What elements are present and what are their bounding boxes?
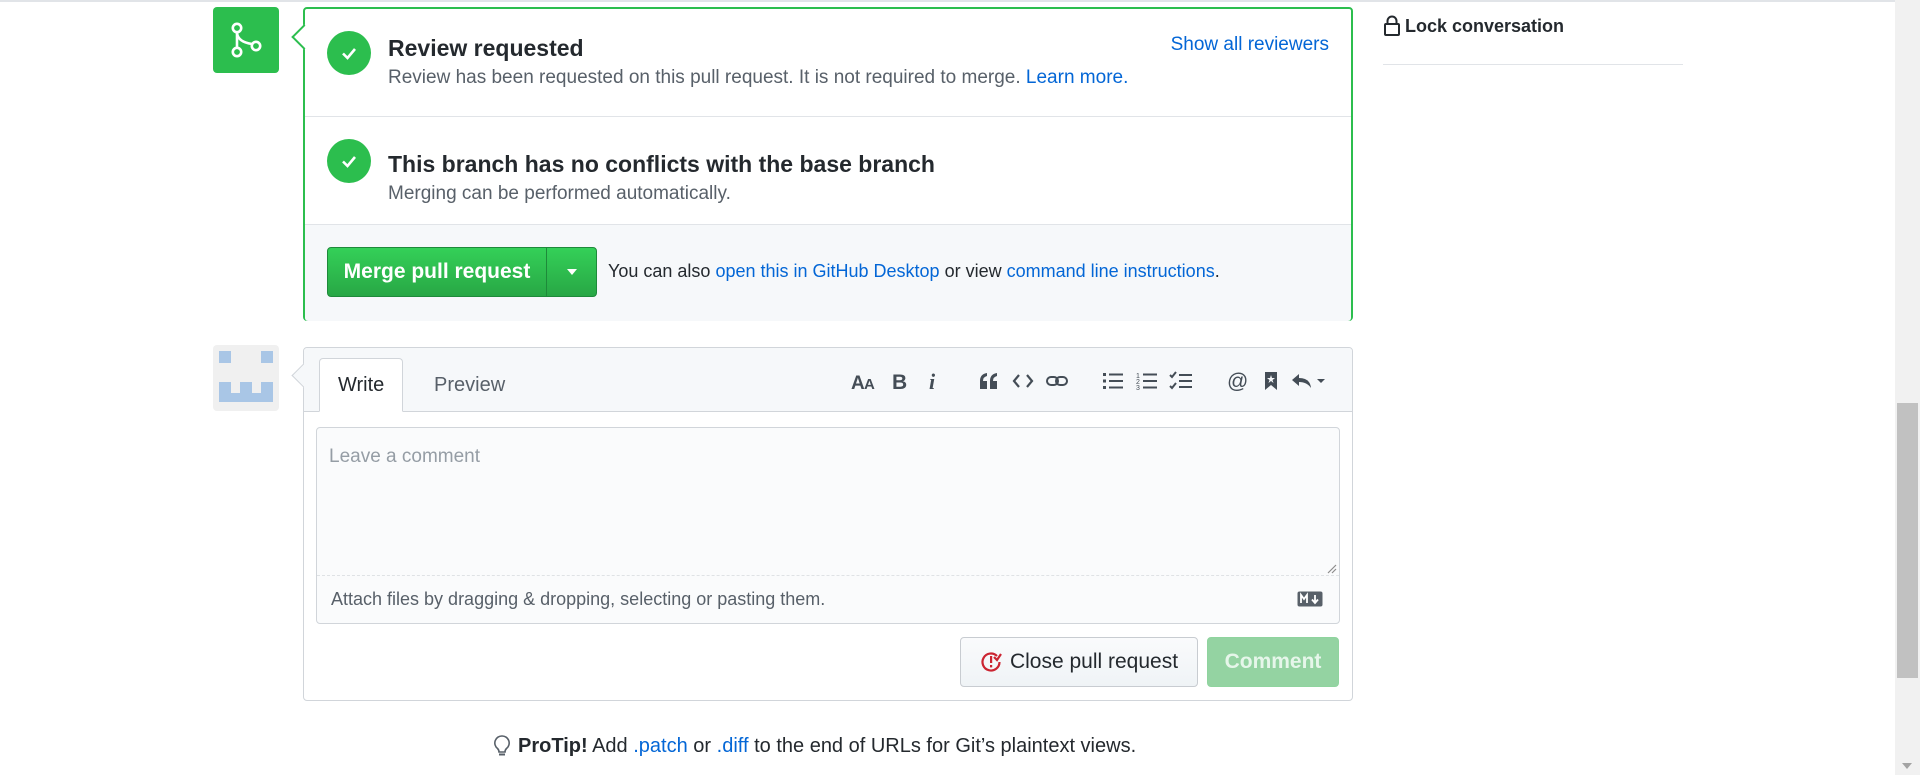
reply-icon[interactable]: [1288, 366, 1330, 396]
comment-header: Write Preview AA B i 1 2 3 @: [304, 348, 1352, 412]
no-conflicts-title: This branch has no conflicts with the ba…: [388, 151, 935, 177]
open-github-desktop-link[interactable]: open this in GitHub Desktop: [715, 261, 939, 281]
comment-textarea[interactable]: [317, 428, 1339, 576]
show-all-reviewers-link[interactable]: Show all reviewers: [1171, 34, 1329, 56]
learn-more-link[interactable]: Learn more.: [1026, 67, 1128, 88]
light-bulb-icon: [494, 735, 510, 756]
issue-closed-icon: [981, 652, 1002, 672]
merge-pull-request-button[interactable]: Merge pull request: [328, 248, 547, 296]
lock-conversation-label: Lock conversation: [1405, 15, 1565, 36]
code-icon[interactable]: [1006, 366, 1040, 396]
quote-icon[interactable]: [972, 366, 1006, 396]
alt-suffix-text: .: [1214, 261, 1220, 281]
close-pull-request-button[interactable]: Close pull request: [960, 637, 1198, 687]
review-requested-description: Review has been requested on this pull r…: [388, 67, 1128, 89]
bold-icon[interactable]: B: [882, 366, 916, 396]
task-list-icon[interactable]: [1164, 366, 1198, 396]
comment-button[interactable]: Comment: [1207, 637, 1339, 687]
protip-label: ProTip!: [518, 734, 588, 757]
tab-preview[interactable]: Preview: [416, 358, 523, 412]
alt-middle-text: or view: [944, 261, 1002, 281]
patch-link[interactable]: .patch: [633, 735, 687, 757]
numbered-list-icon[interactable]: 123: [1130, 366, 1164, 396]
merge-method-dropdown[interactable]: [547, 248, 596, 296]
caret-down-icon: [566, 269, 577, 275]
comment-textarea-wrapper: Attach files by dragging & dropping, sel…: [316, 427, 1340, 624]
diff-link[interactable]: .diff: [717, 735, 749, 757]
attach-files-bar[interactable]: Attach files by dragging & dropping, sel…: [317, 576, 1339, 623]
scroll-down-arrow-icon[interactable]: [1902, 763, 1912, 769]
attach-files-text: Attach files by dragging & dropping, sel…: [331, 589, 826, 609]
protip-rest: to the end of URLs for Git’s plaintext v…: [754, 734, 1137, 757]
review-description-text: Review has been requested on this pull r…: [388, 67, 1021, 88]
merge-status-icon: [213, 7, 279, 73]
svg-text:A: A: [851, 373, 865, 392]
markdown-icon: [1297, 591, 1323, 607]
protip-or: or: [693, 734, 712, 757]
protip-add: Add: [592, 734, 628, 757]
link-icon[interactable]: [1040, 366, 1074, 396]
check-icon: [327, 31, 371, 75]
new-comment-form: Write Preview AA B i 1 2 3 @ Leave a com…: [303, 347, 1353, 701]
check-icon: [327, 139, 371, 183]
review-requested-title: Review requested: [388, 35, 584, 61]
lock-icon: [1384, 15, 1400, 36]
identicon-icon: [219, 351, 273, 402]
merge-alternatives-text: You can also open this in GitHub Desktop…: [608, 261, 1220, 282]
scrollbar-thumb[interactable]: [1897, 403, 1918, 678]
saved-reply-icon[interactable]: [1254, 366, 1288, 396]
merge-actions-section: Merge pull request You can also open thi…: [305, 225, 1351, 321]
alt-prefix-text: You can also: [608, 261, 711, 281]
svg-text:@: @: [1227, 370, 1248, 392]
svg-text:3: 3: [1136, 385, 1140, 391]
lock-conversation-button[interactable]: Lock conversation: [1383, 15, 1564, 37]
git-merge-icon: [231, 22, 262, 58]
no-conflicts-section: This branch has no conflicts with the ba…: [305, 117, 1351, 225]
merge-button-group: Merge pull request: [327, 247, 597, 297]
command-line-instructions-link[interactable]: command line instructions: [1007, 261, 1215, 281]
no-conflicts-description: Merging can be performed automatically.: [388, 183, 731, 204]
bulleted-list-icon[interactable]: [1096, 366, 1130, 396]
italic-icon[interactable]: i: [916, 366, 950, 396]
resize-handle-icon[interactable]: [1325, 562, 1337, 574]
text-size-icon[interactable]: AA: [848, 366, 882, 396]
svg-text:A: A: [864, 376, 875, 392]
page-scrollbar[interactable]: [1895, 0, 1920, 775]
mention-icon[interactable]: @: [1220, 366, 1254, 396]
sidebar-divider: [1383, 64, 1683, 65]
markdown-toolbar: AA B i 123 @: [848, 366, 1330, 396]
merge-box: Review requested Review has been request…: [303, 7, 1353, 321]
svg-text:B: B: [892, 371, 907, 392]
tab-write[interactable]: Write: [319, 358, 404, 412]
review-requested-section: Review requested Review has been request…: [305, 9, 1351, 117]
avatar[interactable]: [213, 345, 279, 411]
protip: ProTip! Add .patch or .diff to the end o…: [492, 734, 1136, 758]
top-divider: [0, 0, 1920, 2]
close-pull-request-label: Close pull request: [1009, 650, 1179, 673]
svg-text:i: i: [929, 370, 936, 392]
